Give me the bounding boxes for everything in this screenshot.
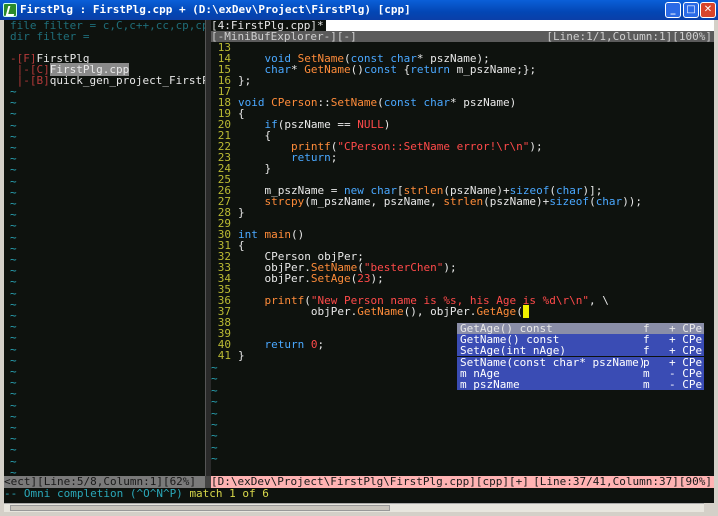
omni-completion-message: -- Omni completion (^O^N^P): [4, 487, 190, 500]
completion-name: SetAge(int nAge): [460, 344, 566, 358]
vim-client-area[interactable]: file filter = c,C,c++,cc,cp,cp dir filte…: [4, 20, 714, 503]
code-line[interactable]: }: [238, 163, 271, 175]
text-cursor: [522, 305, 530, 318]
tilde-marker: ~: [211, 429, 218, 443]
tilde-marker: ~: [211, 372, 218, 386]
tilde-marker: ~: [10, 163, 17, 177]
completion-scope: - CPers: [669, 378, 704, 390]
maximize-button[interactable]: □: [683, 2, 699, 18]
tree-item-file[interactable]: |-[B]quick_gen_project_FirstP: [10, 75, 205, 86]
code-line[interactable]: char* GetName()const {return m_pszName;}…: [238, 64, 537, 76]
title-bar[interactable]: FirstPlg : FirstPlg.cpp + (D:\exDev\Proj…: [0, 0, 718, 20]
tilde-marker: ~: [211, 452, 218, 466]
horizontal-scrollbar[interactable]: [4, 503, 704, 512]
code-line[interactable]: objPer.SetAge(23);: [238, 273, 383, 285]
tilde-marker: ~: [10, 331, 17, 345]
minimize-button[interactable]: _: [665, 2, 681, 18]
close-button[interactable]: ✕: [700, 2, 716, 18]
window-title: FirstPlg : FirstPlg.cpp + (D:\exDev\Proj…: [20, 3, 411, 16]
completion-item[interactable]: m_pszName m - CPers: [457, 379, 704, 390]
completion-popup[interactable]: GetAge() constf+ CPersGetName() constf+ …: [457, 323, 704, 390]
vim-app-icon: [3, 3, 17, 17]
tilde-marker: ~: [10, 219, 17, 233]
code-line[interactable]: void CPerson::SetName(const char* pszNam…: [238, 97, 516, 109]
dir-filter: dir filter =: [10, 30, 90, 43]
completion-kind: m: [643, 378, 650, 390]
line-number: 41: [217, 349, 231, 362]
tilde-marker: ~: [10, 387, 17, 401]
completion-scope: + CPers: [669, 344, 704, 358]
tilde-marker: ~: [211, 395, 218, 409]
code-line[interactable]: objPer.GetName(), objPer.GetAge(: [238, 305, 530, 318]
code-line[interactable]: };: [238, 75, 251, 87]
code-line[interactable]: strcpy(m_pszName, pszName, strlen(pszNam…: [238, 196, 643, 208]
completion-name: m_pszName: [460, 378, 520, 390]
scrollbar-thumb[interactable]: [10, 505, 390, 511]
completion-item[interactable]: SetName(const char* pszName)p+ CPers: [457, 356, 704, 368]
tilde-marker: ~: [10, 443, 17, 457]
completion-kind: f: [643, 344, 650, 358]
tilde-marker: ~: [10, 275, 17, 289]
minibuf-position: [Line:1/1,Column:1][100%]: [546, 30, 712, 43]
code-line[interactable]: return 0;: [238, 339, 325, 351]
minibuf-status: [-MiniBufExplorer-][-] [Line:1/1,Column:…: [211, 31, 714, 42]
right-status-line: [D:\exDev\Project\FirstPlg\FirstPlg.cpp]…: [211, 476, 714, 488]
code-line[interactable]: int main(): [238, 229, 304, 241]
tilde-marker: ~: [10, 107, 17, 121]
completion-item[interactable]: SetAge(int nAge) f + CPers: [457, 344, 704, 358]
tree-item-label: quick_gen_project_FirstP: [49, 74, 205, 87]
code-line[interactable]: }: [238, 350, 245, 362]
minibuf-label: [-MiniBufExplorer-][-]: [211, 30, 357, 43]
cursor-position-status: [Line:37/41,Column:37][90%]: [533, 475, 712, 488]
code-line[interactable]: }: [238, 207, 245, 219]
file-path-status: [D:\exDev\Project\FirstPlg\FirstPlg.cpp]…: [211, 475, 529, 488]
command-line[interactable]: -- Omni completion (^O^N^P) match 1 of 6: [4, 488, 714, 500]
editor-pane[interactable]: [4:FirstPlg.cpp]* [-MiniBufExplorer-][-]…: [211, 20, 714, 476]
match-count: match 1 of 6: [189, 487, 269, 500]
project-tree-pane[interactable]: file filter = c,C,c++,cc,cp,cp dir filte…: [4, 20, 205, 476]
